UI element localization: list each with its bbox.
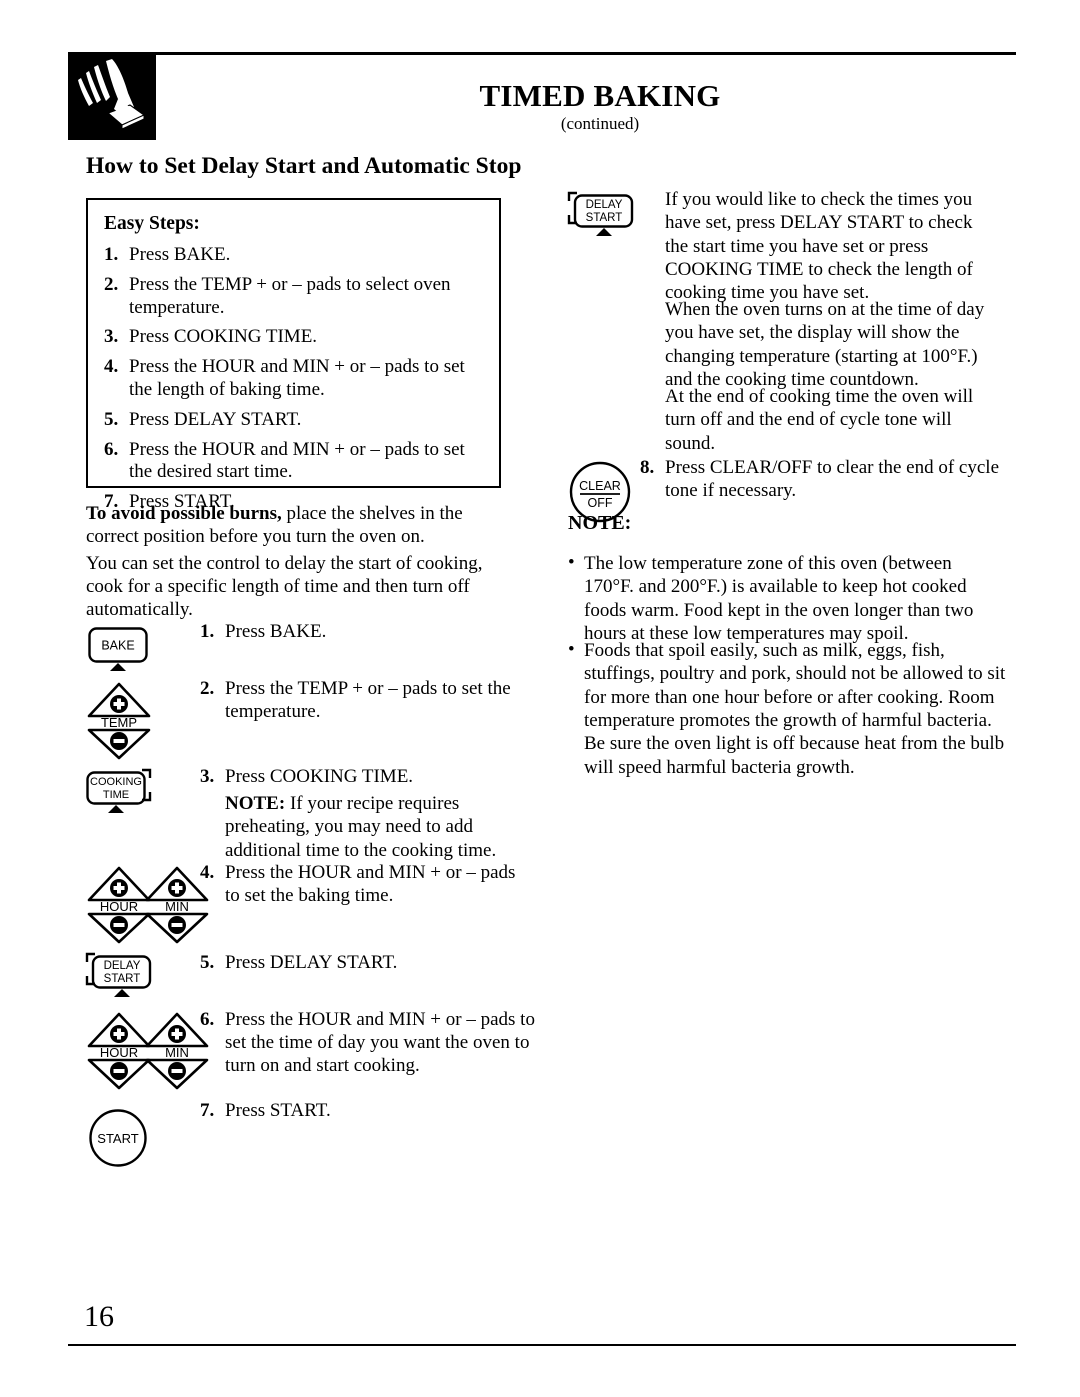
instruction-6: 6. Press the HOUR and MIN + or – pads to… [200,1008,550,1078]
delay-start-pad-label-1: DELAY [104,960,141,972]
note-bullet-1-text: The low temperature zone of this oven (b… [584,553,974,645]
right-step-8: 8. Press CLEAR/OFF to clear the end of c… [640,456,1005,502]
instruction-5-text: Press DELAY START. [225,952,398,973]
easy-step-6: 6. Press the HOUR and MIN + or – pads to… [104,439,483,485]
start-pad-label: START [97,1131,138,1146]
instruction-4-text: Press the HOUR and MIN + or – pads to se… [225,862,516,907]
right-paragraph-1: If you would like to check the times you… [665,189,973,304]
instruction-6-number: 6. [200,1009,215,1030]
note-heading: NOTE: [568,512,632,534]
easy-step-3: 3. Press COOKING TIME. [104,326,483,349]
instruction-7-number: 7. [200,1100,215,1121]
easy-step-1-number: 1. [104,244,119,265]
bullet-dot-icon-1: • [568,552,575,573]
hand-pressing-button-icon [68,55,156,140]
delay-start-pad-icon-right[interactable]: DELAY START [566,191,638,239]
instruction-1-text: Press BAKE. [225,621,327,642]
instruction-2-number: 2. [200,678,215,699]
easy-step-2-text: Press the TEMP + or – pads to select ove… [129,273,451,318]
cooking-time-pad-icon[interactable]: COOKING TIME [86,768,158,816]
instruction-3: 3. Press COOKING TIME. NOTE: If your rec… [200,765,545,862]
delay-start-pad-label-2: START [104,973,141,985]
delay-start-pad-icon-left[interactable]: DELAY START [84,952,156,1000]
instruction-3-note-label: NOTE: [225,793,286,815]
start-pad-icon[interactable]: START [88,1108,148,1168]
temp-pad-icon[interactable]: TEMP [86,682,152,760]
easy-step-5-number: 5. [104,408,119,430]
min-pad-label-2: MIN [165,1045,189,1060]
easy-step-1: 1. Press BAKE. [104,244,483,267]
section-title: How to Set Delay Start and Automatic Sto… [86,153,522,179]
easy-steps-heading: Easy Steps: [104,213,200,234]
instruction-6-text: Press the HOUR and MIN + or – pads to se… [225,1009,535,1077]
intro-paragraph: You can set the control to delay the sta… [86,553,483,620]
instruction-7: 7. Press START. [200,1099,545,1122]
right-paragraph-3: At the end of cooking time the oven will… [665,386,974,454]
hour-pad-label: HOUR [100,899,138,914]
easy-step-4-text: Press the HOUR and MIN + or – pads to se… [129,356,465,400]
easy-step-1-text: Press BAKE. [129,244,231,265]
cooking-time-pad-label-2: TIME [103,789,129,801]
page-title: TIMED BAKING [479,78,721,113]
right-step-8-text: Press CLEAR/OFF to clear the end of cycl… [665,457,1000,502]
instruction-1: 1. Press BAKE. [200,620,545,643]
delay-start-right-label-1: DELAY [586,199,623,211]
page-number: 16 [84,1300,114,1333]
bake-pad-icon[interactable]: BAKE [88,627,148,673]
instruction-2: 2. Press the TEMP + or – pads to set the… [200,677,525,723]
cooking-time-pad-label-1: COOKING [90,776,142,788]
easy-steps-box: Easy Steps: 1. Press BAKE. 2. Press the … [86,198,501,512]
burn-warning-lead: To avoid possible burns, [86,503,282,524]
easy-step-5-text: Press DELAY START. [129,408,302,430]
easy-step-3-text: Press COOKING TIME. [129,326,318,348]
note-bullet-2-text: Foods that spoil easily, such as milk, e… [584,640,1006,778]
instruction-3-number: 3. [200,766,215,787]
right-step-8-number: 8. [640,457,655,478]
delay-start-right-label-2: START [586,212,623,224]
clear-off-pad-label-1: CLEAR [579,479,621,493]
footer-rule [68,1344,1016,1346]
bullet-dot-icon-2: • [568,639,575,660]
instruction-4-number: 4. [200,862,215,883]
note-bullet-1: • The low temperature zone of this oven … [568,552,1004,645]
instruction-2-text: Press the TEMP + or – pads to set the te… [225,678,511,723]
easy-step-2: 2. Press the TEMP + or – pads to select … [104,274,483,320]
bake-pad-label: BAKE [101,639,134,653]
easy-step-4-number: 4. [104,356,119,378]
instruction-3-text: Press COOKING TIME. [225,766,414,787]
easy-step-2-number: 2. [104,273,119,295]
instruction-5-number: 5. [200,952,215,973]
instruction-3-note: NOTE: If your recipe requires preheating… [225,792,545,862]
right-paragraph-2: When the oven turns on at the time of da… [665,299,985,391]
easy-step-4: 4. Press the HOUR and MIN + or – pads to… [104,356,483,402]
instruction-7-text: Press START. [225,1100,331,1121]
temp-pad-label: TEMP [101,715,137,730]
burn-warning-paragraph: To avoid possible burns, place the shelv… [86,503,506,549]
page-subtitle: (continued) [560,114,640,133]
easy-step-5: 5. Press DELAY START. [104,409,483,432]
instruction-5: 5. Press DELAY START. [200,951,545,974]
easy-step-3-number: 3. [104,326,119,348]
min-pad-label: MIN [165,899,189,914]
header-rule [68,52,1016,55]
hour-pad-label-2: HOUR [100,1045,138,1060]
instruction-1-number: 1. [200,621,215,642]
hour-pad-icon[interactable]: HOUR [86,866,152,944]
note-bullet-2: • Foods that spoil easily, such as milk,… [568,639,1009,779]
clear-off-pad-label-2: OFF [588,496,613,510]
easy-step-6-text: Press the HOUR and MIN + or – pads to se… [129,438,465,483]
hour-pad-icon-2[interactable]: HOUR [86,1012,152,1090]
instruction-4: 4. Press the HOUR and MIN + or – pads to… [200,861,525,907]
easy-step-6-number: 6. [104,438,119,460]
